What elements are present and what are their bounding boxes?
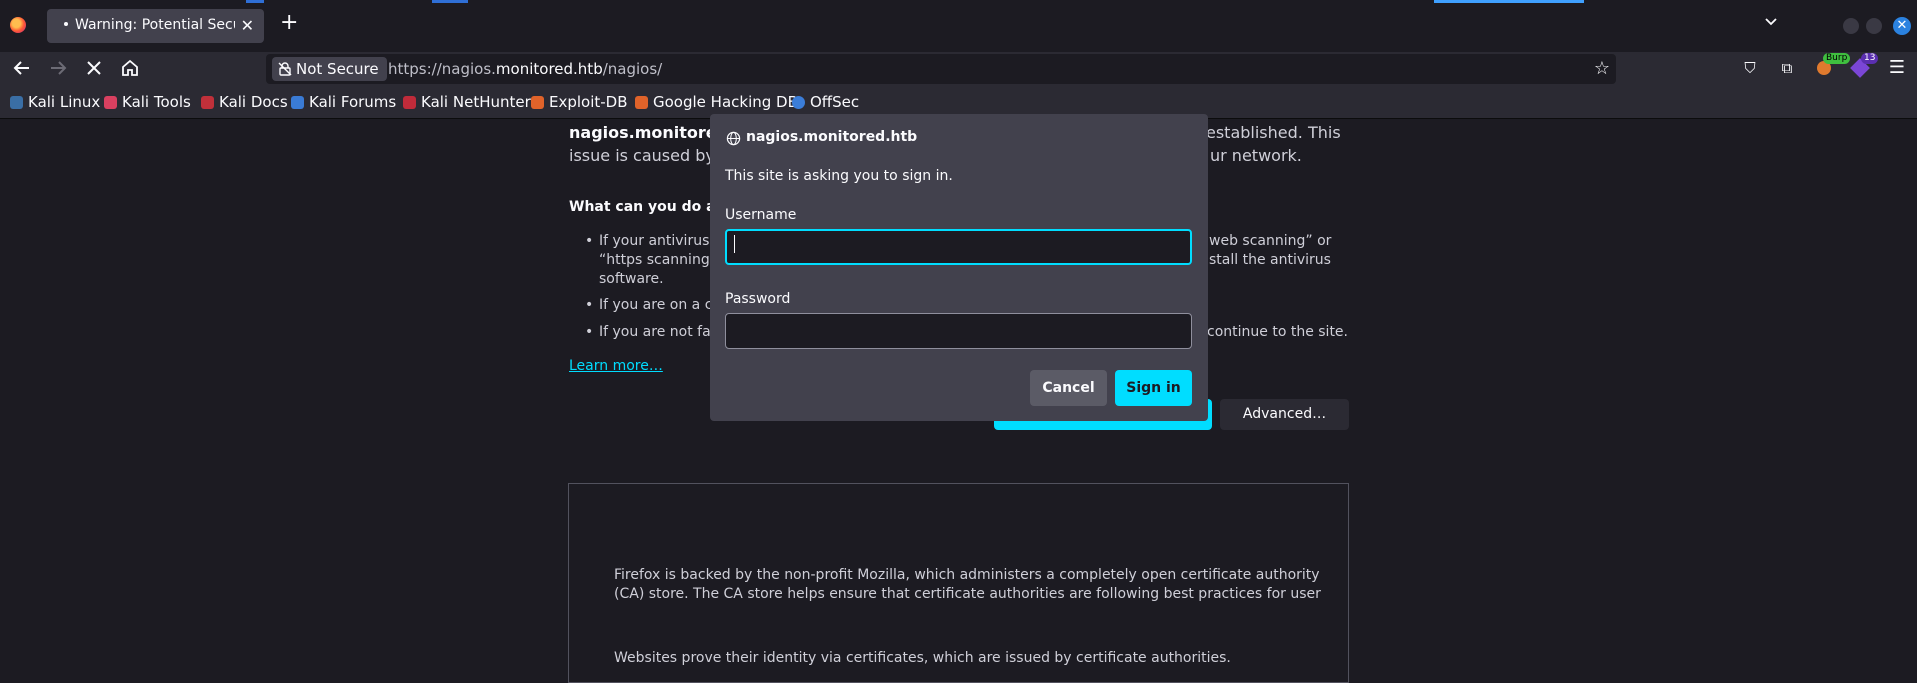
sign-in-button[interactable]: Sign in xyxy=(1115,370,1192,406)
bullet2-left: If you are on a co xyxy=(599,297,721,313)
password-label: Password xyxy=(725,291,791,307)
bookmark-exploit-db[interactable]: Exploit-DB xyxy=(531,93,628,111)
url-prefix: https://nagios. xyxy=(388,60,496,78)
bullet3-left: If you are not fam xyxy=(599,324,725,340)
bookmark-label: Kali Linux xyxy=(28,93,101,111)
bookmark-label: Kali NetHunter xyxy=(421,93,531,111)
offsec-icon xyxy=(792,96,805,109)
top-accent-line xyxy=(432,0,468,3)
kali-docs-icon xyxy=(201,96,214,109)
extension-count-badge: 13 xyxy=(1861,53,1879,64)
bookmark-label: Kali Forums xyxy=(309,93,397,111)
dialog-message: This site is asking you to sign in. xyxy=(725,168,953,184)
bullet-icon: • xyxy=(585,297,594,313)
maximize-icon[interactable] xyxy=(1866,18,1882,34)
password-field[interactable] xyxy=(725,313,1192,349)
bookmark-offsec[interactable]: OffSec xyxy=(792,93,859,111)
warning-text-line2-left: issue is caused by xyxy=(569,146,715,165)
bullet1b-right: stall the antivirus xyxy=(1209,252,1331,268)
bookmark-label: Kali Tools xyxy=(122,93,191,111)
menu-hamburger-icon[interactable]: ☰ xyxy=(1886,57,1908,79)
tab-loading-dot-icon xyxy=(64,22,68,26)
certificate-info-box: Websites prove their identity via certif… xyxy=(568,483,1349,683)
tab-close-icon[interactable]: ✕ xyxy=(241,16,254,35)
ghdb-icon xyxy=(635,96,648,109)
sign-in-dialog: nagios.monitored.htb This site is asking… xyxy=(710,114,1208,421)
new-tab-plus-icon[interactable]: + xyxy=(280,12,298,34)
bookmark-kali-docs[interactable]: Kali Docs xyxy=(201,93,288,111)
firefox-logo-icon[interactable] xyxy=(10,17,26,33)
cert-paragraph-2a: Firefox is backed by the non-profit Mozi… xyxy=(614,567,1320,583)
not-secure-label: Not Secure xyxy=(296,60,379,78)
globe-icon xyxy=(726,131,741,146)
bullet1b-left: “https scanning” xyxy=(599,252,717,268)
tab-list-chevron-icon[interactable] xyxy=(1764,15,1778,29)
learn-more-link[interactable]: Learn more… xyxy=(569,358,663,374)
extension-counter-icon[interactable]: 13 xyxy=(1849,53,1879,79)
tab-title: Warning: Potential Security Risk Ahead xyxy=(75,17,235,33)
home-icon[interactable] xyxy=(118,56,142,80)
bookmark-kali-linux[interactable]: Kali Linux xyxy=(10,93,100,111)
username-field[interactable] xyxy=(725,229,1192,265)
cancel-button[interactable]: Cancel xyxy=(1030,370,1107,406)
bullet1-right: web scanning” or xyxy=(1209,233,1332,249)
warning-text-line1-right: established. This xyxy=(1206,123,1341,142)
top-accent-line xyxy=(246,0,264,3)
forward-arrow-icon[interactable] xyxy=(46,56,70,80)
pocket-icon[interactable]: ⛉ xyxy=(1739,57,1761,79)
bookmark-kali-tools[interactable]: Kali Tools xyxy=(104,93,191,111)
tab-strip: Warning: Potential Security Risk Ahead ✕… xyxy=(0,0,1917,52)
back-arrow-icon[interactable] xyxy=(10,56,34,80)
not-secure-indicator[interactable]: Not Secure xyxy=(272,57,387,81)
exploit-db-icon xyxy=(531,96,544,109)
bullet1c: software. xyxy=(599,271,664,287)
extensions-puzzle-icon[interactable]: ⧉ xyxy=(1776,57,1798,79)
url-domain: monitored.htb xyxy=(495,60,603,78)
top-accent-line xyxy=(1434,0,1584,3)
burp-extension-icon[interactable]: Burp xyxy=(1813,53,1851,79)
minimize-icon[interactable] xyxy=(1843,18,1859,34)
bookmark-star-icon[interactable]: ☆ xyxy=(1594,58,1610,79)
bookmark-kali-nethunter[interactable]: Kali NetHunter xyxy=(403,93,531,111)
advanced-button[interactable]: Advanced… xyxy=(1220,399,1349,430)
warning-text-line1-left: nagios.monitored xyxy=(569,123,729,142)
lock-slash-icon xyxy=(278,62,292,76)
warning-text-line2-right: ur network. xyxy=(1210,146,1302,165)
bookmark-label: Kali Docs xyxy=(219,93,288,111)
url-path: /nagios/ xyxy=(602,60,663,78)
bullet3-right: continue to the site. xyxy=(1207,324,1348,340)
cert-paragraph-2b: (CA) store. The CA store helps ensure th… xyxy=(614,586,1321,602)
navigation-toolbar: Not Secure https://nagios.monitored.htb/… xyxy=(0,52,1917,85)
bullet-icon: • xyxy=(585,233,594,249)
stop-loading-icon[interactable] xyxy=(82,56,106,80)
kali-nethunter-icon xyxy=(403,96,416,109)
dialog-host: nagios.monitored.htb xyxy=(746,129,918,145)
url-text[interactable]: https://nagios.monitored.htb/nagios/ xyxy=(388,60,662,78)
cert-paragraph-1: Websites prove their identity via certif… xyxy=(614,650,1231,666)
burp-badge: Burp xyxy=(1823,53,1851,64)
url-bar[interactable]: Not Secure https://nagios.monitored.htb/… xyxy=(266,54,1616,84)
kali-dragon-icon xyxy=(10,96,23,109)
window-close-icon[interactable]: ✕ xyxy=(1893,17,1911,35)
bookmark-google-hacking-db[interactable]: Google Hacking DB xyxy=(635,93,798,111)
bullet1-left: If your antivirus s xyxy=(599,233,722,249)
bookmark-kali-forums[interactable]: Kali Forums xyxy=(291,93,396,111)
kali-tools-icon xyxy=(104,96,117,109)
username-label: Username xyxy=(725,207,797,223)
bookmark-label: Exploit-DB xyxy=(549,93,628,111)
bookmark-label: Google Hacking DB xyxy=(653,93,798,111)
bookmark-label: OffSec xyxy=(810,93,860,111)
bullet-icon: • xyxy=(585,324,594,340)
tab-security-warning[interactable]: Warning: Potential Security Risk Ahead ✕ xyxy=(47,9,264,43)
text-caret xyxy=(734,235,735,253)
kali-forums-icon xyxy=(291,96,304,109)
